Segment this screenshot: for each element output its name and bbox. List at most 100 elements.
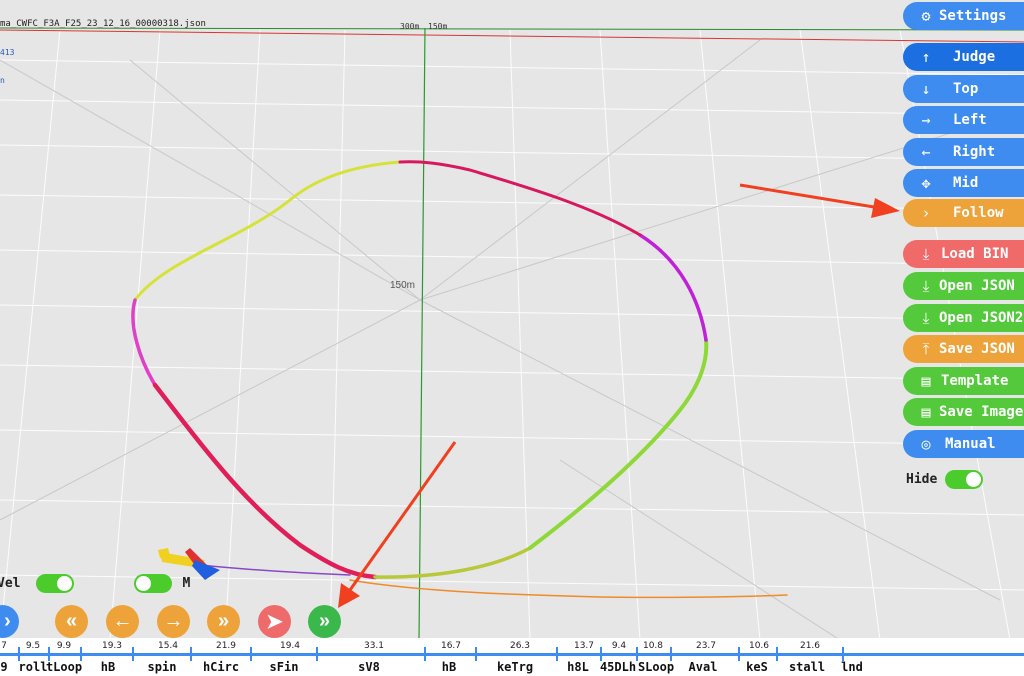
segment-name[interactable]: keTrg xyxy=(497,660,533,674)
m-label: M xyxy=(182,576,191,591)
distance-label-top: 300m xyxy=(400,22,420,31)
segment-name[interactable]: sFin xyxy=(270,660,299,674)
timeline-tick xyxy=(842,647,844,661)
manual-label: Manual xyxy=(945,436,996,452)
hide-label: Hide xyxy=(906,472,938,487)
timeline-tick xyxy=(48,647,50,661)
right-view-button[interactable]: ← Right xyxy=(903,138,1024,166)
settings-button[interactable]: ⚙ Settings xyxy=(903,2,1024,30)
segment-name[interactable]: Aval xyxy=(689,660,718,674)
segment-name[interactable]: h8L xyxy=(567,660,589,674)
timeline-tick xyxy=(18,647,20,661)
mid-view-button[interactable]: ✥ Mid xyxy=(903,169,1024,197)
download-icon: ⤓ xyxy=(922,309,930,327)
vel-toggle-row: Vel M xyxy=(0,574,190,593)
chevron-right-icon: › xyxy=(921,204,931,222)
segment-name[interactable]: keS xyxy=(746,660,768,674)
segment-name[interactable]: roll xyxy=(19,660,48,674)
save-json-label: Save JSON xyxy=(939,341,1015,357)
segment-name[interactable]: SLoop xyxy=(638,660,674,674)
segment-score: 33.1 xyxy=(363,641,385,651)
hide-toggle[interactable] xyxy=(945,470,984,489)
timeline-tick xyxy=(556,647,558,661)
m-toggle[interactable] xyxy=(134,574,173,593)
timeline-tick xyxy=(190,647,192,661)
step-back-button[interactable]: ← xyxy=(106,605,139,638)
segment-score: 9.9 xyxy=(56,641,72,651)
arrow-left-icon: ← xyxy=(921,143,931,161)
arrow-down-icon: ↓ xyxy=(921,80,931,98)
send-button[interactable]: ➤ xyxy=(258,605,291,638)
save-json-button[interactable]: ⤒ Save JSON xyxy=(903,335,1024,363)
right-label: Right xyxy=(953,144,996,160)
fast-forward-button[interactable]: » xyxy=(207,605,240,638)
save-image-button[interactable]: ▤ Save Image xyxy=(903,398,1024,426)
rewind-button[interactable]: « xyxy=(55,605,88,638)
follow-button[interactable]: › Follow xyxy=(903,199,1024,227)
judge-label: Judge xyxy=(953,49,996,65)
segment-name[interactable]: hB xyxy=(442,660,456,674)
move-icon: ✥ xyxy=(921,174,931,192)
segment-score: 7 xyxy=(1,641,7,651)
lifebuoy-icon: ◎ xyxy=(921,435,931,453)
segment-name[interactable]: tLoop xyxy=(46,660,82,674)
hide-toggle-row: Hide xyxy=(906,470,984,489)
segment-score: 16.7 xyxy=(440,641,462,651)
segment-name[interactable]: 45DLh xyxy=(600,660,636,674)
segment-name[interactable]: sV8 xyxy=(358,660,380,674)
step-forward-button[interactable]: → xyxy=(157,605,190,638)
play-button[interactable]: » xyxy=(308,605,341,638)
distance-label-top-2: 150m xyxy=(428,22,448,31)
left-label: Left xyxy=(953,112,987,128)
segment-score: 10.6 xyxy=(748,641,770,651)
arrow-up-icon: ↑ xyxy=(921,48,931,66)
file-name-label: ma_CWFC_F3A_F25_23_12_16_00000318.json xyxy=(0,19,206,29)
segment-score: 21.6 xyxy=(799,641,821,651)
timeline-tick xyxy=(250,647,252,661)
segment-name[interactable]: hB xyxy=(101,660,115,674)
open-json2-button[interactable]: ⤓ Open JSON2 xyxy=(903,304,1024,332)
segment-name[interactable]: 9 xyxy=(0,660,7,674)
timeline-tick xyxy=(475,647,477,661)
maneuver-timeline[interactable]: 7 9.5 9.9 19.3 15.4 21.9 19.4 33.1 16.7 … xyxy=(0,638,1024,676)
double-chevron-right-icon: » xyxy=(217,610,230,632)
segment-score: 21.9 xyxy=(215,641,237,651)
manual-button[interactable]: ◎ Manual xyxy=(903,430,1024,458)
arrow-right-icon: → xyxy=(163,610,184,632)
segment-score: 15.4 xyxy=(157,641,179,651)
open-json2-label: Open JSON2 xyxy=(939,310,1024,326)
arrow-right-icon: → xyxy=(921,111,931,129)
segment-name[interactable]: spin xyxy=(148,660,177,674)
load-bin-button[interactable]: ⤓ Load BIN xyxy=(903,240,1024,268)
upload-icon: ⤒ xyxy=(922,340,930,358)
gear-icon: ⚙ xyxy=(921,7,931,25)
timeline-tick xyxy=(132,647,134,661)
mid-label: Mid xyxy=(953,175,979,191)
vel-label: Vel xyxy=(0,576,21,591)
timeline-tick xyxy=(80,647,82,661)
vel-toggle[interactable] xyxy=(36,574,75,593)
timeline-track xyxy=(0,653,1024,656)
segment-name[interactable]: hCirc xyxy=(203,660,239,674)
segment-score: 26.3 xyxy=(509,641,531,651)
template-button[interactable]: ▤ Template xyxy=(903,367,1024,395)
judge-view-button[interactable]: ↑ Judge xyxy=(903,43,1024,71)
timeline-tick xyxy=(316,647,318,661)
arrow-left-icon: ← xyxy=(112,610,133,632)
template-label: Template xyxy=(941,373,1009,389)
follow-label: Follow xyxy=(953,205,1004,221)
timeline-tick xyxy=(776,647,778,661)
m-toggle-knob xyxy=(136,576,152,591)
document-icon: ▤ xyxy=(921,403,931,421)
left-view-button[interactable]: → Left xyxy=(903,106,1024,134)
vel-toggle-knob xyxy=(57,576,73,591)
open-json-button[interactable]: ⤓ Open JSON xyxy=(903,272,1024,300)
segment-name[interactable]: lnd xyxy=(841,660,863,674)
hide-toggle-knob xyxy=(966,472,982,487)
document-icon: ▤ xyxy=(921,372,931,390)
chevron-right-icon: › xyxy=(4,610,11,632)
top-view-button[interactable]: ↓ Top xyxy=(903,75,1024,103)
side-value-label: 413 xyxy=(0,48,15,57)
load-bin-label: Load BIN xyxy=(941,246,1009,262)
segment-name[interactable]: stall xyxy=(789,660,825,674)
